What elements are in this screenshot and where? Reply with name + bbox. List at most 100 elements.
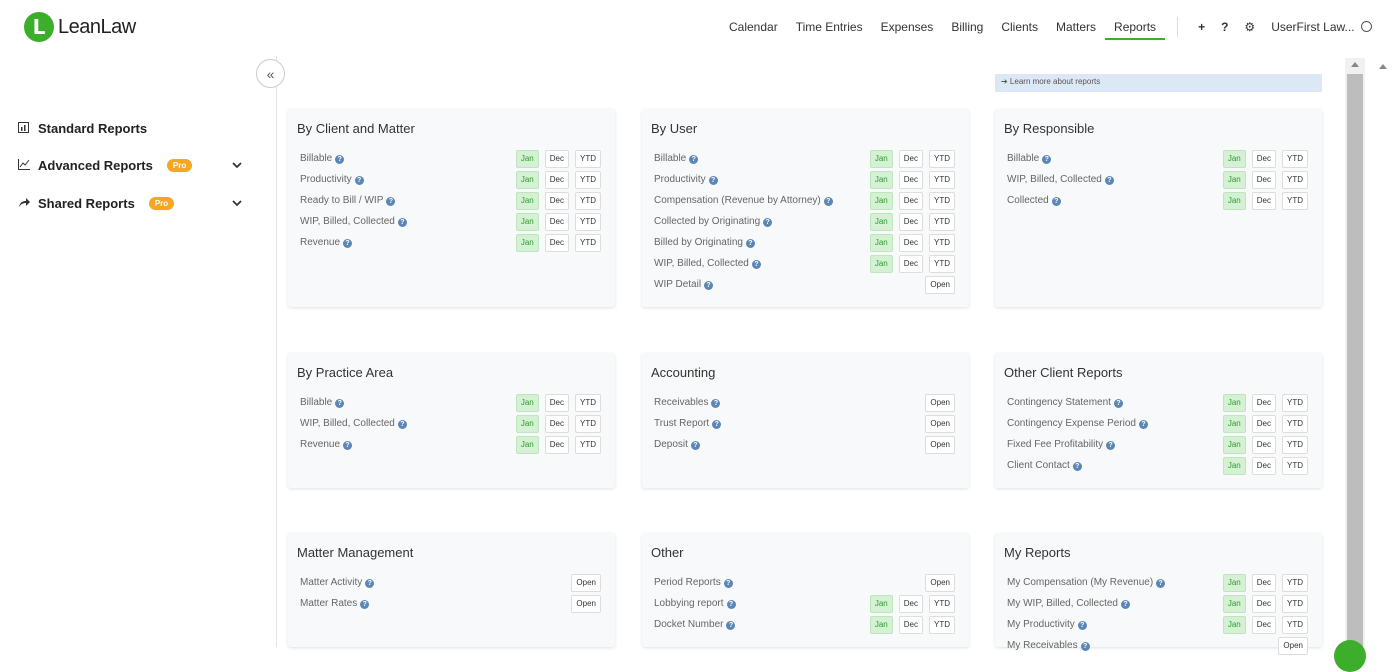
ytd-button[interactable]: YTD <box>575 394 601 412</box>
help-icon[interactable]: ? <box>335 155 345 164</box>
help-icon[interactable]: ? <box>711 399 721 408</box>
report-link[interactable]: WIP, Billed, Collected? <box>654 258 761 269</box>
sidebar-item-advanced-reports[interactable]: Advanced Reports Pro <box>18 158 193 173</box>
help-icon[interactable]: ? <box>763 218 773 227</box>
jan-button[interactable]: Jan <box>515 192 539 210</box>
jan-button[interactable]: Jan <box>869 213 893 231</box>
dec-button[interactable]: Dec <box>898 255 923 273</box>
help-icon[interactable]: ? <box>726 600 736 609</box>
help-icon[interactable]: ? <box>1104 176 1114 185</box>
report-link[interactable]: My WIP, Billed, Collected? <box>1007 598 1130 609</box>
jan-button[interactable]: Jan <box>869 234 893 252</box>
help-icon[interactable]: ? <box>1113 399 1123 408</box>
report-link[interactable]: Deposit? <box>654 439 700 450</box>
ytd-button[interactable]: YTD <box>1282 192 1308 210</box>
dec-button[interactable]: Dec <box>544 394 569 412</box>
open-button[interactable]: Open <box>925 436 955 454</box>
ytd-button[interactable]: YTD <box>929 213 955 231</box>
help-icon[interactable]: ? <box>708 176 718 185</box>
report-link[interactable]: Compensation (Revenue by Attorney)? <box>654 195 833 206</box>
dec-button[interactable]: Dec <box>898 192 923 210</box>
help-icon[interactable]: ? <box>335 399 345 408</box>
jan-button[interactable]: Jan <box>515 415 539 433</box>
help-icon[interactable]: ? <box>723 579 733 588</box>
sidebar-item-standard-reports[interactable]: Standard Reports <box>18 121 147 136</box>
ytd-button[interactable]: YTD <box>1282 150 1308 168</box>
ytd-button[interactable]: YTD <box>575 192 601 210</box>
nav-reports[interactable]: Reports <box>1105 14 1166 40</box>
ytd-button[interactable]: YTD <box>575 234 601 252</box>
dec-button[interactable]: Dec <box>898 595 923 613</box>
dec-button[interactable]: Dec <box>544 213 569 231</box>
report-link[interactable]: WIP, Billed, Collected? <box>300 216 407 227</box>
dec-button[interactable]: Dec <box>898 213 923 231</box>
jan-button[interactable]: Jan <box>869 595 893 613</box>
report-link[interactable]: Docket Number? <box>654 619 736 630</box>
ytd-button[interactable]: YTD <box>1282 457 1308 475</box>
ytd-button[interactable]: YTD <box>929 192 955 210</box>
open-button[interactable]: Open <box>571 574 601 592</box>
scroll-up-icon[interactable] <box>1379 64 1387 69</box>
report-link[interactable]: Collected? <box>1007 195 1061 206</box>
jan-button[interactable]: Jan <box>515 394 539 412</box>
user-menu[interactable]: UserFirst Law... <box>1263 15 1379 39</box>
dec-button[interactable]: Dec <box>1251 595 1276 613</box>
plus-icon[interactable]: + <box>1190 15 1213 39</box>
jan-button[interactable]: Jan <box>869 150 893 168</box>
help-icon[interactable]: ? <box>751 260 761 269</box>
report-link[interactable]: Productivity? <box>654 174 718 185</box>
help-icon[interactable]: ? <box>745 239 755 248</box>
ytd-button[interactable]: YTD <box>1282 436 1308 454</box>
help-icon[interactable]: ? <box>1077 621 1087 630</box>
learn-more-link[interactable]: ➔ Learn more about reports <box>995 74 1322 92</box>
ytd-button[interactable]: YTD <box>929 595 955 613</box>
dec-button[interactable]: Dec <box>1251 616 1276 634</box>
ytd-button[interactable]: YTD <box>1282 595 1308 613</box>
report-link[interactable]: Billable? <box>654 153 699 164</box>
jan-button[interactable]: Jan <box>1222 436 1246 454</box>
dec-button[interactable]: Dec <box>544 150 569 168</box>
open-button[interactable]: Open <box>925 394 955 412</box>
help-icon[interactable]: ? <box>386 197 396 206</box>
report-link[interactable]: Productivity? <box>300 174 364 185</box>
ytd-button[interactable]: YTD <box>575 415 601 433</box>
nav-expenses[interactable]: Expenses <box>872 14 943 40</box>
dec-button[interactable]: Dec <box>544 171 569 189</box>
help-icon[interactable]: ? <box>1138 420 1148 429</box>
help-icon[interactable]: ? <box>1106 441 1116 450</box>
report-link[interactable]: Receivables? <box>654 397 721 408</box>
dec-button[interactable]: Dec <box>1251 457 1276 475</box>
report-link[interactable]: WIP Detail? <box>654 279 714 290</box>
jan-button[interactable]: Jan <box>1222 150 1246 168</box>
open-button[interactable]: Open <box>1278 637 1308 655</box>
dec-button[interactable]: Dec <box>898 171 923 189</box>
ytd-button[interactable]: YTD <box>575 150 601 168</box>
ytd-button[interactable]: YTD <box>575 436 601 454</box>
scroll-up-icon[interactable] <box>1351 62 1359 67</box>
jan-button[interactable]: Jan <box>1222 616 1246 634</box>
scrollbar[interactable] <box>1345 58 1365 647</box>
dec-button[interactable]: Dec <box>1251 150 1276 168</box>
open-button[interactable]: Open <box>925 415 955 433</box>
report-link[interactable]: Period Reports? <box>654 577 733 588</box>
ytd-button[interactable]: YTD <box>1282 415 1308 433</box>
help-icon[interactable]: ? <box>1156 579 1166 588</box>
help-icon[interactable]: ? <box>1042 155 1052 164</box>
help-icon[interactable]: ? <box>712 420 722 429</box>
chat-icon[interactable] <box>1334 640 1366 672</box>
nav-matters[interactable]: Matters <box>1047 14 1105 40</box>
open-button[interactable]: Open <box>571 595 601 613</box>
help-icon[interactable]: ? <box>690 441 700 450</box>
ytd-button[interactable]: YTD <box>929 171 955 189</box>
dec-button[interactable]: Dec <box>544 234 569 252</box>
ytd-button[interactable]: YTD <box>929 616 955 634</box>
chevron-down-icon[interactable] <box>232 199 242 210</box>
dec-button[interactable]: Dec <box>544 436 569 454</box>
report-link[interactable]: WIP, Billed, Collected? <box>1007 174 1114 185</box>
report-link[interactable]: Billable? <box>1007 153 1052 164</box>
help-icon[interactable]: ? <box>689 155 699 164</box>
report-link[interactable]: Lobbying report? <box>654 598 736 609</box>
dec-button[interactable]: Dec <box>544 415 569 433</box>
jan-button[interactable]: Jan <box>1222 457 1246 475</box>
ytd-button[interactable]: YTD <box>1282 574 1308 592</box>
